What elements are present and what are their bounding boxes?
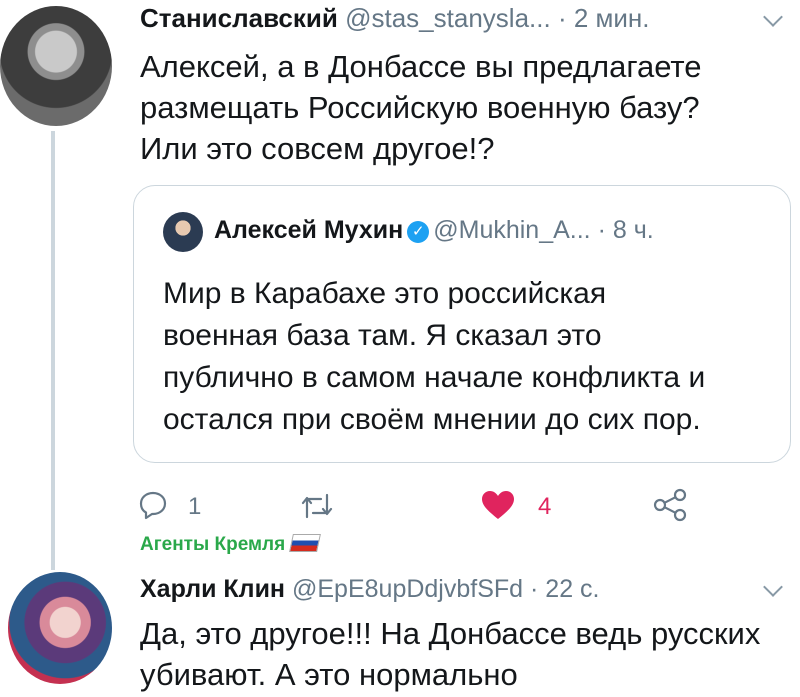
- agents-label: Агенты Кремля: [140, 534, 322, 556]
- quoted-header: Алексей Мухин ✓ @Mukhin_A... · 8 ч.: [214, 216, 654, 245]
- tweet-text-line: размещать Российскую военную базу?: [140, 90, 700, 125]
- tweet-header: Харли Клин @EpE8upDdjvbfSFd · 22 с.: [140, 575, 600, 604]
- tweet-text-line: Или это совсем другое!?: [140, 131, 495, 166]
- chevron-down-icon[interactable]: [763, 7, 783, 27]
- tweet-text: Да, это другое!!! На Донбассе ведь русск…: [140, 613, 760, 695]
- author-handle[interactable]: @EpE8upDdjvbfSFd: [292, 575, 523, 603]
- tweet-time[interactable]: · 2 мин.: [558, 3, 650, 33]
- tweet-text-line: Да, это другое!!! На Донбассе ведь русск…: [140, 616, 761, 651]
- tweet-time[interactable]: · 22 с.: [530, 575, 599, 603]
- share-button[interactable]: [652, 488, 688, 527]
- quoted-handle: @Mukhin_A...: [433, 216, 591, 244]
- like-count: 4: [538, 493, 552, 520]
- quoted-text-line: остался при своём мнении до сих пор.: [163, 403, 701, 436]
- author-handle[interactable]: @stas_stanysla...: [345, 3, 551, 33]
- agents-text: Агенты Кремля: [140, 534, 286, 555]
- retweet-icon: [301, 493, 333, 519]
- quoted-text-line: публично в самом начале конфликта и: [163, 361, 706, 394]
- avatar[interactable]: [0, 6, 112, 126]
- like-button[interactable]: [481, 490, 515, 525]
- quoted-author-name: Алексей Мухин: [214, 216, 404, 244]
- heart-icon: [482, 491, 514, 519]
- author-name[interactable]: Станиславский: [140, 3, 338, 33]
- tweet-header: Станиславский @stas_stanysla... · 2 мин.: [140, 3, 649, 34]
- russian-flag-icon: [289, 534, 322, 552]
- retweet-button[interactable]: [299, 491, 335, 526]
- quoted-avatar: [163, 212, 203, 252]
- quoted-text-line: Мир в Карабахе это российская: [163, 277, 607, 310]
- tweet-text: Алексей, а в Донбассе вы предлагаете раз…: [140, 46, 702, 169]
- author-name[interactable]: Харли Клин: [140, 575, 285, 603]
- tweet-text-line: убивают. А это нормально: [140, 657, 518, 692]
- quoted-text: Мир в Карабахе это российская военная ба…: [163, 273, 705, 441]
- reply-icon: [139, 491, 167, 520]
- avatar[interactable]: [8, 572, 112, 684]
- tweet-text-line: Алексей, а в Донбассе вы предлагаете: [140, 49, 702, 84]
- verified-icon: ✓: [407, 221, 430, 243]
- chevron-down-icon[interactable]: [763, 577, 783, 597]
- thread-line: [51, 131, 55, 570]
- quoted-text-line: военная база там. Я сказал это: [163, 319, 602, 352]
- quoted-time: · 8 ч.: [597, 216, 654, 244]
- reply-button[interactable]: [137, 489, 169, 526]
- reply-count: 1: [188, 493, 202, 520]
- share-icon: [653, 488, 687, 522]
